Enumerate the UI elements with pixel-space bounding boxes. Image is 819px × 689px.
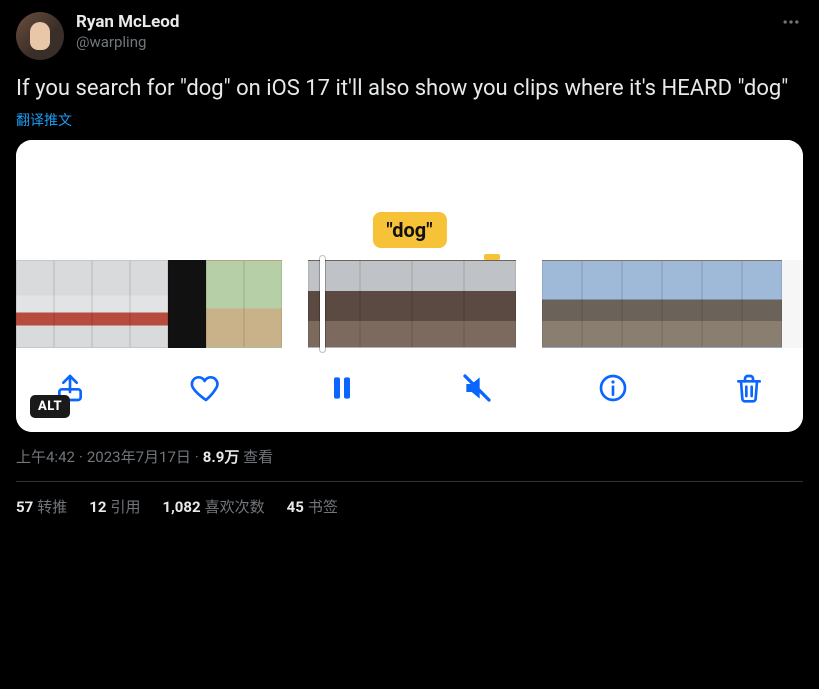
mute-button[interactable] bbox=[461, 372, 493, 404]
tweet-time[interactable]: 上午4:42 bbox=[16, 448, 75, 466]
more-options-button[interactable] bbox=[781, 12, 801, 36]
clip-gap bbox=[516, 260, 542, 348]
video-frame bbox=[662, 260, 702, 348]
likes-stat[interactable]: 1,082喜欢次数 bbox=[162, 496, 264, 517]
video-frame bbox=[130, 260, 168, 348]
more-icon bbox=[781, 12, 801, 32]
media-controls bbox=[16, 348, 803, 432]
clip-group bbox=[308, 260, 516, 348]
video-frame bbox=[244, 260, 282, 348]
playhead[interactable] bbox=[320, 256, 325, 352]
video-frame bbox=[464, 260, 516, 348]
tweet: Ryan McLeod @warpling If you search for … bbox=[0, 0, 819, 529]
video-frame bbox=[582, 260, 622, 348]
author-handle[interactable]: @warpling bbox=[76, 33, 179, 52]
clip-group bbox=[542, 260, 782, 348]
video-frame bbox=[206, 260, 244, 348]
video-frame bbox=[54, 260, 92, 348]
bookmarks-stat[interactable]: 45书签 bbox=[287, 496, 338, 517]
clip-group bbox=[16, 260, 282, 348]
heart-icon bbox=[190, 372, 222, 404]
tweet-header: Ryan McLeod @warpling bbox=[16, 12, 803, 60]
video-frame bbox=[412, 260, 464, 348]
media-preview-area: "dog" bbox=[16, 140, 803, 260]
retweets-stat[interactable]: 57转推 bbox=[16, 496, 67, 517]
alt-badge[interactable]: ALT bbox=[30, 395, 70, 418]
video-frame bbox=[308, 260, 360, 348]
video-frame bbox=[542, 260, 582, 348]
translate-link[interactable]: 翻译推文 bbox=[16, 110, 72, 130]
tweet-date[interactable]: 2023年7月17日 bbox=[87, 448, 191, 466]
avatar[interactable] bbox=[16, 12, 64, 60]
like-button[interactable] bbox=[190, 372, 222, 404]
trash-icon bbox=[733, 372, 765, 404]
video-frame bbox=[742, 260, 782, 348]
video-frame bbox=[360, 260, 412, 348]
video-frame bbox=[168, 260, 206, 348]
info-icon bbox=[597, 372, 629, 404]
views-count[interactable]: 8.9万 bbox=[203, 448, 240, 466]
clip-gap bbox=[282, 260, 308, 348]
search-term-bubble: "dog" bbox=[372, 212, 446, 248]
tweet-meta: 上午4:42·2023年7月17日·8.9万 查看 bbox=[16, 446, 803, 482]
video-scrubber-strip[interactable] bbox=[16, 260, 803, 348]
pause-icon bbox=[326, 372, 358, 404]
video-frame bbox=[622, 260, 662, 348]
video-frame bbox=[92, 260, 130, 348]
tweet-text: If you search for "dog" on iOS 17 it'll … bbox=[16, 74, 803, 104]
pause-button[interactable] bbox=[326, 372, 358, 404]
views-label: 查看 bbox=[243, 448, 273, 466]
video-frame bbox=[16, 260, 54, 348]
video-frame bbox=[702, 260, 742, 348]
tweet-stats: 57转推 12引用 1,082喜欢次数 45书签 bbox=[16, 482, 803, 517]
speaker-muted-icon bbox=[461, 372, 493, 404]
info-button[interactable] bbox=[597, 372, 629, 404]
quotes-stat[interactable]: 12引用 bbox=[89, 496, 140, 517]
attached-media[interactable]: "dog" bbox=[16, 140, 803, 432]
delete-button[interactable] bbox=[733, 372, 765, 404]
author-display-name[interactable]: Ryan McLeod bbox=[76, 12, 179, 33]
